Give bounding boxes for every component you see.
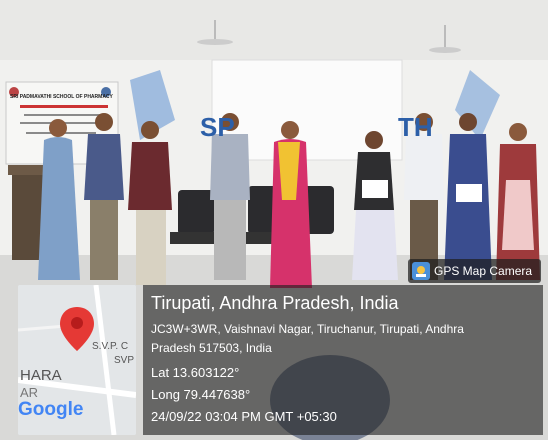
screen-letters-right: TH [398, 112, 433, 142]
map-label-hara: HARA [20, 367, 62, 384]
badge-label: GPS Map Camera [434, 264, 533, 278]
google-logo: Google [18, 399, 84, 420]
address-line-2: Pradesh 517503, India [151, 341, 272, 355]
banner-institution-text: SRI PADMAVATHI SCHOOL OF PHARMACY [10, 94, 113, 100]
location-info-panel: Tirupati, Andhra Pradesh, India JC3W+3WR… [143, 285, 543, 435]
gps-map-camera-badge: GPS Map Camera [408, 259, 541, 283]
screen-letters-left: SP [200, 112, 235, 142]
gps-camera-icon [412, 262, 430, 280]
longitude: Long 79.447638° [151, 387, 251, 402]
address-line-1: JC3W+3WR, Vaishnavi Nagar, Tiruchanur, T… [151, 322, 464, 336]
map-thumbnail: S.V.P. C SVP HARA AR Google [18, 285, 136, 435]
latitude: Lat 13.603122° [151, 365, 240, 380]
location-title: Tirupati, Andhra Pradesh, India [151, 293, 399, 313]
datetime: 24/09/22 03:04 PM GMT +05:30 [151, 409, 337, 424]
map-label-ar: AR [20, 385, 39, 400]
location-pin-icon [60, 307, 94, 356]
map-label-svp2: SVP [114, 355, 135, 366]
map-label-svp: S.V.P. C [92, 341, 129, 352]
